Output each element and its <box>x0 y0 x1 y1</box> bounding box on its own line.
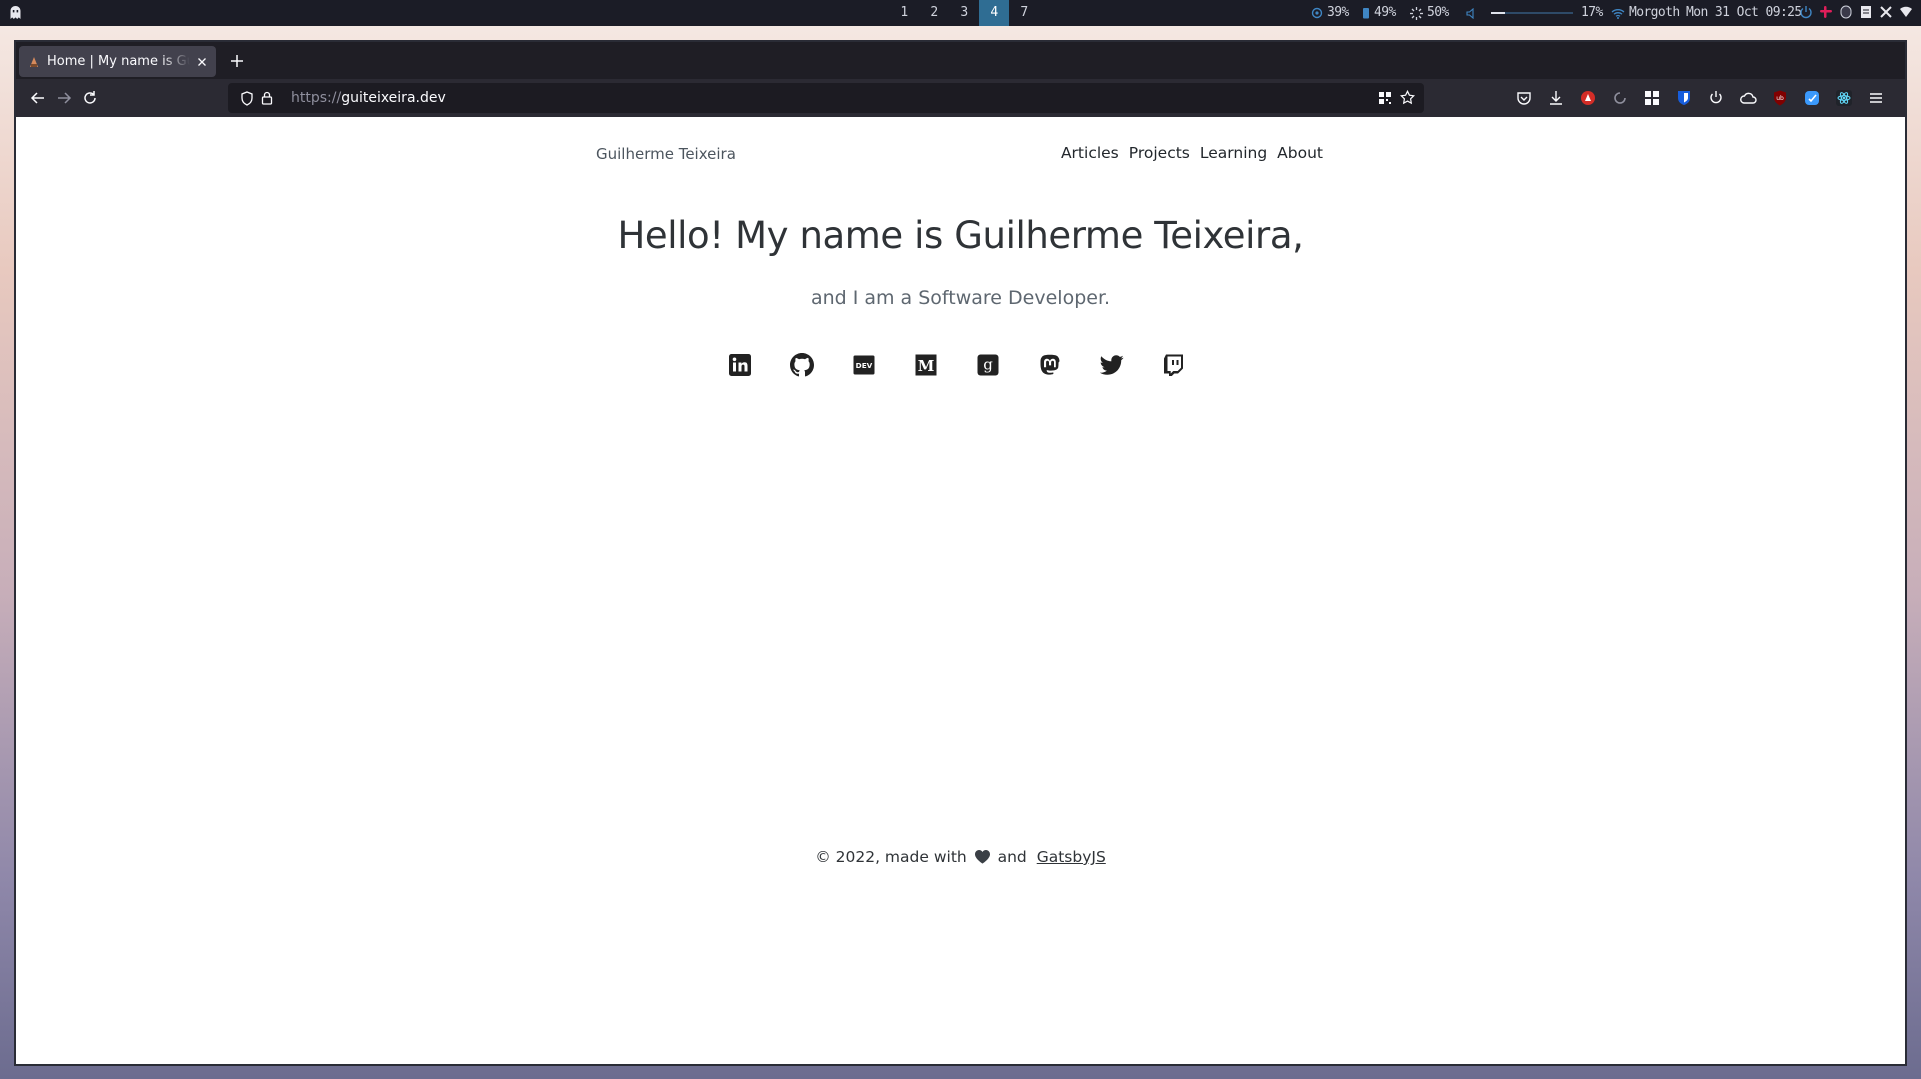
shield-icon[interactable] <box>240 91 254 106</box>
social-links: DEV M g <box>728 353 1224 377</box>
power-extension-icon[interactable] <box>1707 89 1725 107</box>
workspace-button[interactable]: 2 <box>919 0 949 26</box>
battery-indicator: 49% <box>1362 0 1396 26</box>
volume-value: 17% <box>1581 5 1603 20</box>
workspace-button[interactable]: 1 <box>889 0 919 26</box>
tab-strip: Home | My name is Guilherme Teixeira <box>16 42 1905 79</box>
workspace-button[interactable]: 7 <box>1009 0 1039 26</box>
workspace-switcher: 1 2 3 4 7 <box>889 0 1039 26</box>
hero-title: Hello! My name is Guilherme Teixeira, <box>617 214 1304 257</box>
discord-icon[interactable] <box>1839 5 1853 19</box>
cpu-indicator: 39% <box>1311 0 1349 26</box>
browser-tab[interactable]: Home | My name is Guilherme Teixeira <box>19 46 216 77</box>
site-favicon-icon <box>30 56 38 67</box>
wifi-network-name: Morgoth <box>1629 5 1680 20</box>
cloud-icon[interactable] <box>1739 89 1757 107</box>
nav-link-articles[interactable]: Articles <box>1061 144 1119 162</box>
cpu-value: 39% <box>1327 5 1349 20</box>
new-tab-icon[interactable] <box>227 51 247 71</box>
check-extension-icon[interactable] <box>1803 89 1821 107</box>
mastodon-icon[interactable] <box>1038 353 1062 377</box>
power-icon[interactable] <box>1799 5 1813 19</box>
brightness-icon <box>1410 6 1423 20</box>
svg-text:DEV: DEV <box>856 361 873 370</box>
footer-and: and <box>997 848 1027 866</box>
web-page: Guilherme Teixeira Articles Projects Lea… <box>16 117 1905 1064</box>
volume-slider-fill <box>1491 12 1505 14</box>
nav-link-about[interactable]: About <box>1277 144 1323 162</box>
twitch-icon[interactable] <box>1162 353 1186 377</box>
wifi-indicator[interactable]: Morgoth <box>1611 0 1680 26</box>
lastpass-extension-icon[interactable] <box>1579 89 1597 107</box>
reload-icon[interactable] <box>81 89 99 107</box>
clock: Mon 31 Oct 09:25 <box>1686 0 1802 26</box>
volume-indicator[interactable]: 17% <box>1466 0 1603 26</box>
svg-text:g: g <box>983 356 993 374</box>
svg-text:ub: ub <box>1776 95 1784 102</box>
nav-link-projects[interactable]: Projects <box>1129 144 1190 162</box>
twitter-icon[interactable] <box>1100 353 1124 377</box>
nav-link-learning[interactable]: Learning <box>1200 144 1267 162</box>
system-top-bar: 1 2 3 4 7 39% 49% 50% 17% Morgoth Mon 31… <box>0 0 1921 26</box>
slack-icon[interactable] <box>1819 5 1833 19</box>
battery-value: 49% <box>1374 5 1396 20</box>
site-name-link[interactable]: Guilherme Teixeira <box>596 145 736 163</box>
browser-window: Home | My name is Guilherme Teixeira htt… <box>16 42 1905 1064</box>
site-footer: © 2022, made with and GatsbyJS <box>16 848 1905 866</box>
pocket-icon[interactable] <box>1515 89 1533 107</box>
gatsbyjs-link[interactable]: GatsbyJS <box>1037 848 1106 866</box>
site-navigation: Articles Projects Learning About <box>1061 144 1323 162</box>
grid-extension-icon[interactable] <box>1643 89 1661 107</box>
goodreads-icon[interactable]: g <box>976 353 1000 377</box>
qr-code-icon[interactable] <box>1378 91 1392 105</box>
footer-copyright: © 2022, made with <box>815 848 967 866</box>
lock-icon[interactable] <box>261 91 273 105</box>
linkedin-icon[interactable] <box>728 353 752 377</box>
navigation-toolbar: https://guiteixeira.dev ub <box>16 79 1905 117</box>
system-tray <box>1799 5 1913 19</box>
workspace-button-active[interactable]: 4 <box>979 0 1009 26</box>
github-icon[interactable] <box>790 353 814 377</box>
extensions-toolbar: ub <box>1515 89 1885 107</box>
url-scheme: https:// <box>291 90 342 106</box>
download-icon[interactable] <box>1547 89 1565 107</box>
clock-datetime: Mon 31 Oct 09:25 <box>1686 5 1802 20</box>
close-tab-icon[interactable] <box>194 54 210 70</box>
back-arrow-icon[interactable] <box>29 89 47 107</box>
forward-arrow-icon[interactable] <box>55 89 73 107</box>
brightness-indicator: 50% <box>1410 0 1449 26</box>
medium-icon[interactable]: M <box>914 353 938 377</box>
dev-to-icon[interactable]: DEV <box>852 353 876 377</box>
workspace-button[interactable]: 3 <box>949 0 979 26</box>
speaker-icon <box>1466 7 1474 19</box>
volume-slider[interactable] <box>1491 12 1573 14</box>
star-icon[interactable] <box>1400 90 1415 105</box>
ublock-origin-icon[interactable]: ub <box>1771 89 1789 107</box>
hero-subtitle: and I am a Software Developer. <box>810 287 1111 309</box>
url-text[interactable]: https://guiteixeira.dev <box>291 83 446 113</box>
url-host: guiteixeira.dev <box>341 90 446 106</box>
wifi-icon <box>1611 8 1625 19</box>
ghost-launcher-icon[interactable] <box>10 6 21 19</box>
tools-icon[interactable] <box>1879 5 1893 19</box>
brightness-value: 50% <box>1427 5 1449 20</box>
svg-text:M: M <box>918 357 935 375</box>
address-bar[interactable]: https://guiteixeira.dev <box>228 83 1424 113</box>
heart-icon <box>974 850 990 864</box>
clock-extension-icon[interactable] <box>1611 89 1629 107</box>
wifi-tray-icon[interactable] <box>1899 5 1913 19</box>
notes-icon[interactable] <box>1859 5 1873 19</box>
hamburger-menu-icon[interactable] <box>1867 89 1885 107</box>
bitwarden-icon[interactable] <box>1675 89 1693 107</box>
cpu-icon <box>1311 7 1323 19</box>
battery-icon <box>1363 8 1369 19</box>
tab-title: Home | My name is Guilherme Teixeira <box>47 54 190 69</box>
react-devtools-icon[interactable] <box>1835 89 1853 107</box>
